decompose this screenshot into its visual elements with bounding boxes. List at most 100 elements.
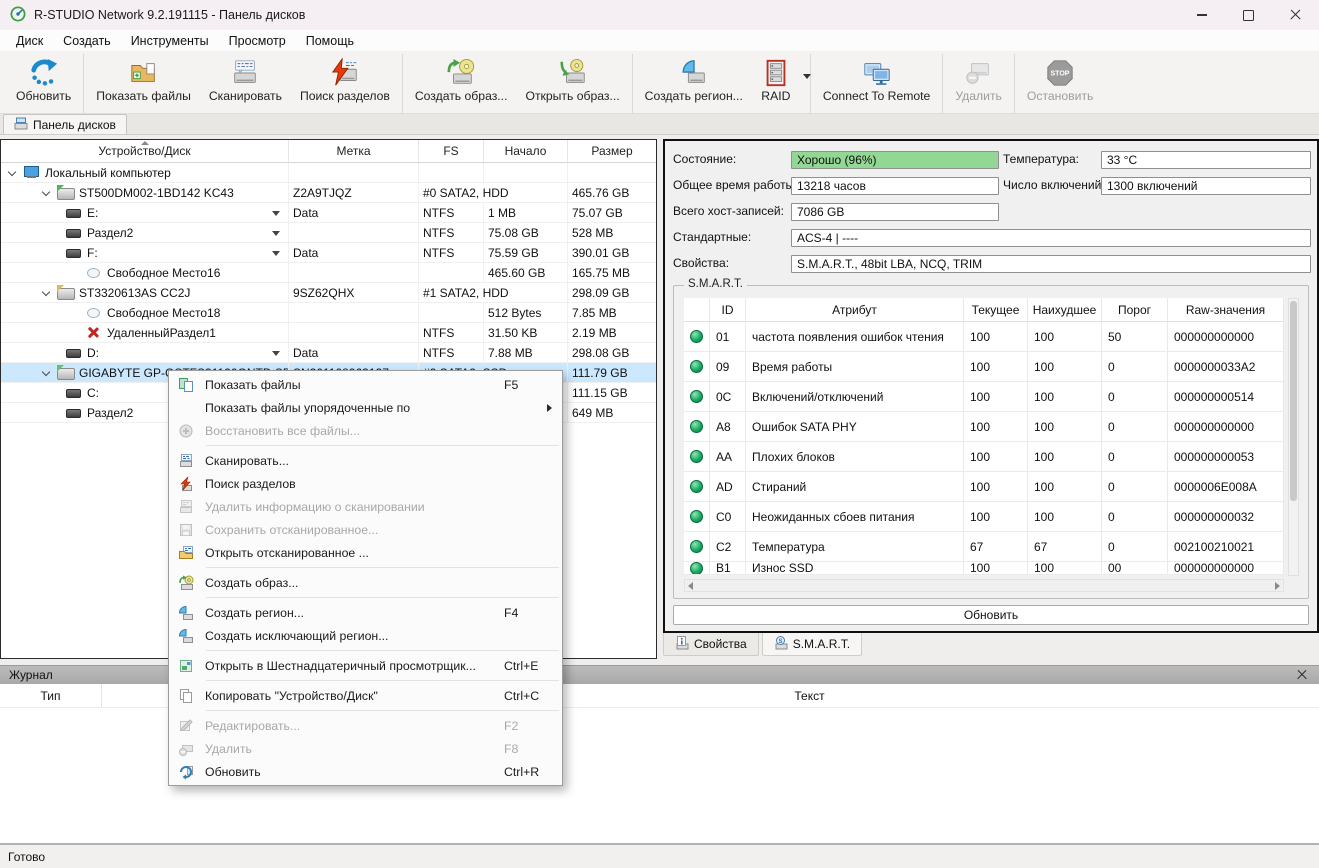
menu-item-show-files[interactable]: Показать файлы F5 [169,373,562,396]
smart-table-row[interactable]: C2 Температура 67 67 0 002100210021 [684,532,1284,562]
current-cell: 100 [964,562,1028,575]
toolbar-button-find-partitions[interactable]: Поиск разделов [291,54,399,105]
smart-table-row[interactable]: 01 частота появления ошибок чтения 100 1… [684,322,1284,352]
menu-bar: Диск Создать Инструменты Просмотр Помощь [0,30,1319,52]
combo-dropdown-icon[interactable] [272,231,280,236]
device-tree-row[interactable]: Локальный компьютер [1,163,656,183]
column-header-size[interactable]: Размер [568,140,656,162]
smart-table-row[interactable]: 0C Включений/отключений 100 100 0 000000… [684,382,1284,412]
expander-chevron-icon[interactable] [8,167,16,175]
tab-properties[interactable]: Свойства [663,633,759,656]
column-header-fs[interactable]: FS [419,140,484,162]
column-header-raw[interactable]: Raw-значения [1168,298,1284,322]
smart-table-row[interactable]: A8 Ошибок SATA PHY 100 100 0 00000000000… [684,412,1284,442]
column-header-id[interactable]: ID [710,298,746,322]
label-cell: Data [289,243,419,263]
toolbar-button-connect-remote[interactable]: Connect To Remote [814,54,940,105]
maximize-icon[interactable] [1225,0,1272,30]
menu-tools[interactable]: Инструменты [121,32,219,50]
menu-item-scan[interactable]: Сканировать... [169,449,562,472]
combo-dropdown-icon[interactable] [272,351,280,356]
toolbar-button-show-files[interactable]: Показать файлы [87,54,200,105]
expander-chevron-icon[interactable] [42,367,50,375]
device-tree-row[interactable]: Свободное Место18 512 Bytes 7.85 MB [1,303,656,323]
toolbar-button-scan[interactable]: Сканировать [200,54,291,105]
smart-table-row[interactable]: C0 Неожиданных сбоев питания 100 100 0 0… [684,502,1284,532]
toolbar-button-refresh[interactable]: Обновить [7,54,80,105]
column-header-type[interactable]: Тип [0,684,102,707]
device-tree-row[interactable]: ST3320613AS CC2J 9SZ62QHX #1 SATA2, HDD … [1,283,656,303]
tab-smart[interactable]: S S.M.A.R.T. [762,633,862,656]
menu-item-create-region[interactable]: Создать регион... F4 [169,601,562,624]
menu-item-open-scan[interactable]: Открыть отсканированное ... [169,541,562,564]
device-tree-row[interactable]: ST500DM002-1BD142 KC43 Z2A9TJQZ #0 SATA2… [1,183,656,203]
toolbar-button-create-region[interactable]: Создать регион... [636,54,752,105]
scrollbar-thumb[interactable] [1290,301,1297,501]
menu-item-delete: Удалить F8 [169,737,562,760]
log-title: Журнал [9,668,53,682]
toolbar-button-raid[interactable]: RAID [752,54,807,105]
toolbar-button-open-image[interactable]: Открыть образ... [516,54,628,105]
smart-table-row[interactable]: AA Плохих блоков 100 100 0 000000000053 [684,442,1284,472]
column-header-start[interactable]: Начало [484,140,568,162]
refresh-icon [176,764,196,780]
toolbar-button-create-image[interactable]: Создать образ... [406,54,517,105]
log-close-icon[interactable] [1294,668,1310,682]
raid-icon [761,57,791,89]
device-tree-row[interactable]: D: Data NTFS 7.88 MB 298.08 GB [1,343,656,363]
led-column-header [684,298,710,322]
column-header-worst[interactable]: Наихудшее [1028,298,1102,322]
column-header-current[interactable]: Текущее [964,298,1028,322]
scroll-right-icon[interactable] [1275,582,1280,590]
menu-item-create-exclusive-region[interactable]: Создать исключающий регион... [169,624,562,647]
horizontal-scrollbar[interactable] [684,579,1284,592]
toolbar-button-stop: STOP Остановить [1018,54,1103,105]
vertical-scrollbar[interactable] [1288,298,1299,576]
menu-disk[interactable]: Диск [6,32,53,50]
fs-cell [419,303,484,323]
raid-dropdown-icon[interactable] [803,74,811,79]
device-tree-row[interactable]: E: Data NTFS 1 MB 75.07 GB [1,203,656,223]
create-exclusive-region-icon [176,628,196,644]
window-title: R-STUDIO Network 9.2.191115 - Панель дис… [34,8,305,22]
menu-item-create-image[interactable]: Создать образ... [169,571,562,594]
menu-help[interactable]: Помощь [296,32,364,50]
refresh-button[interactable]: Обновить [673,605,1309,625]
stop-icon: STOP [1045,57,1075,89]
menu-item-show-files-sorted-by[interactable]: Показать файлы упорядоченные по [169,396,562,419]
expander-chevron-icon[interactable] [42,187,50,195]
smart-table-header: ID Атрибут Текущее Наихудшее Порог Raw-з… [684,298,1284,322]
menu-item-open-in-hex-viewer[interactable]: Открыть в Шестнадцатеричный просмотрщик.… [169,654,562,677]
tab-label: Свойства [694,637,747,651]
smart-table-row[interactable]: B1 Износ SSD 100 100 00 000000000000 [684,562,1284,575]
menu-create[interactable]: Создать [53,32,121,50]
size-cell: 75.07 GB [568,203,656,223]
menu-item-copy-device-disk[interactable]: Копировать "Устройство/Диск" Ctrl+C [169,684,562,707]
label-cell: Z2A9TJQZ [289,183,419,203]
device-tree-row[interactable]: F: Data NTFS 75.59 GB 390.01 GB [1,243,656,263]
column-header-attribute[interactable]: Атрибут [746,298,964,322]
column-header-threshold[interactable]: Порог [1102,298,1168,322]
worst-cell: 100 [1028,562,1102,575]
smart-table-row[interactable]: AD Стираний 100 100 0 0000006E008A [684,472,1284,502]
device-tree-row[interactable]: Раздел2 NTFS 75.08 GB 528 MB [1,223,656,243]
device-tree-row[interactable]: УдаленныйРаздел1 NTFS 31.50 KB 2.19 MB [1,323,656,343]
id-cell: C0 [710,502,746,532]
power-on-count-label: Число включений: [1003,177,1105,194]
close-icon[interactable] [1272,0,1319,30]
smart-table-row[interactable]: 09 Время работы 100 100 0 0000000033A2 [684,352,1284,382]
menu-item-find-partitions[interactable]: Поиск разделов [169,472,562,495]
column-header-device[interactable]: Устройство/Диск [1,140,289,162]
menu-view[interactable]: Просмотр [219,32,296,50]
minimize-icon[interactable] [1178,0,1225,30]
expander-chevron-icon[interactable] [42,287,50,295]
scroll-left-icon[interactable] [688,582,693,590]
tab-disk-panel[interactable]: Панель дисков [3,114,127,134]
menu-item-refresh[interactable]: Обновить Ctrl+R [169,760,562,783]
combo-dropdown-icon[interactable] [272,211,280,216]
combo-dropdown-icon[interactable] [272,251,280,256]
device-tree-row[interactable]: Свободное Место16 465.60 GB 165.75 MB [1,263,656,283]
column-header-label[interactable]: Метка [289,140,419,162]
device-icon [65,206,82,219]
worst-cell: 100 [1028,382,1102,412]
